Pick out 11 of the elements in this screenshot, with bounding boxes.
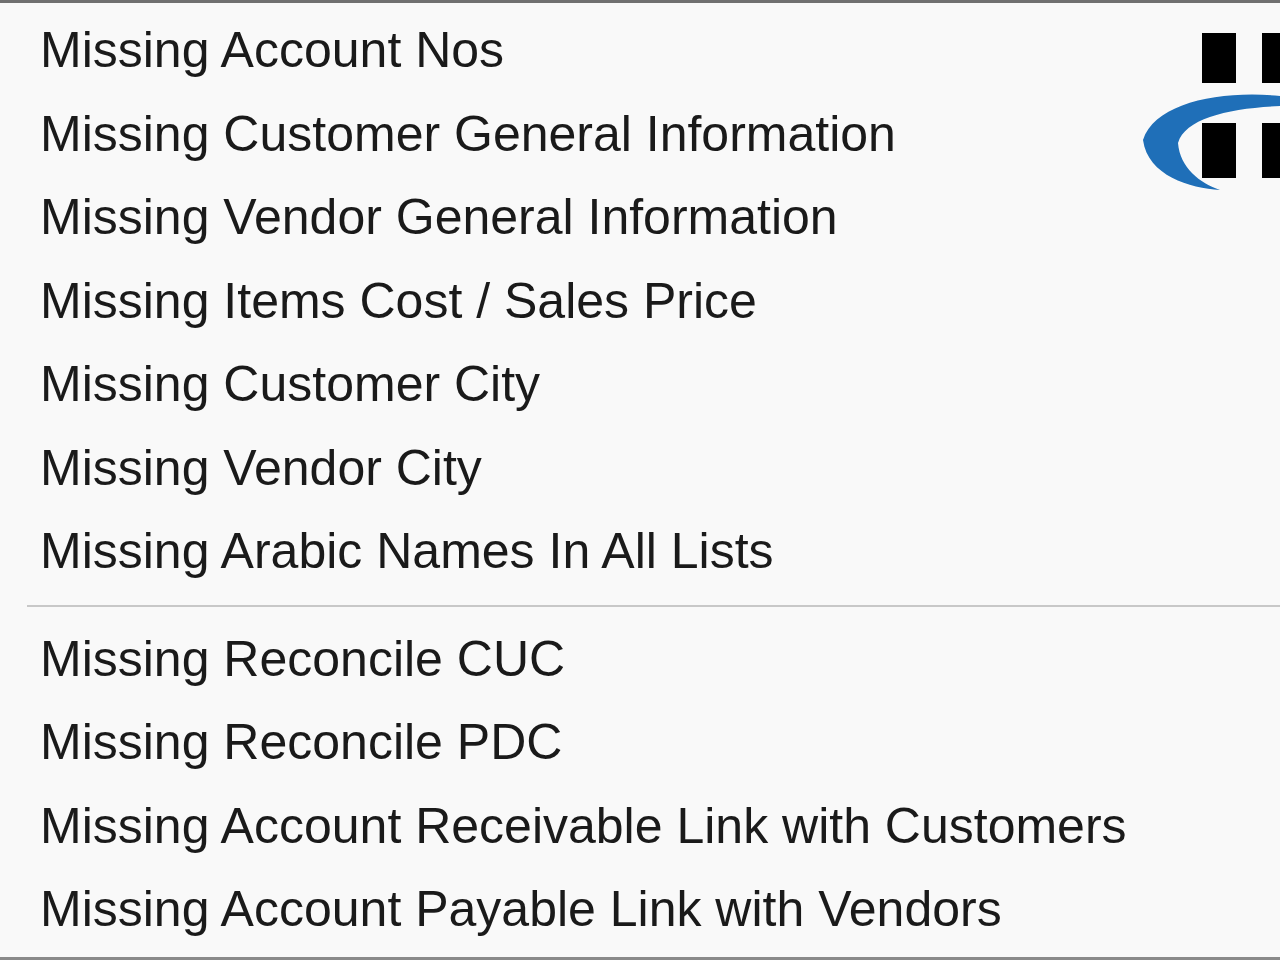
menu-item[interactable]: Missing Items Cost / Sales Price [0, 259, 767, 343]
menu-item[interactable]: Missing Vendor City [0, 426, 492, 510]
menu-item[interactable]: Missing Account Receivable Link with Customers [0, 784, 1137, 868]
menu-item[interactable]: Missing Customer General Information [0, 92, 906, 176]
menu-item[interactable]: Missing Arabic Names In All Lists [0, 510, 784, 594]
menu-item[interactable]: Missing Reconcile CUC [0, 617, 576, 701]
menu-item[interactable]: Missing Customer City [0, 343, 551, 427]
menu-item[interactable]: Missing Reconcile PDC [0, 701, 573, 785]
menu-item[interactable]: Missing Account Nos [0, 9, 515, 93]
menu-item[interactable]: Missing Vendor General Information [0, 176, 848, 260]
menu-item[interactable]: Missing Account Payable Link with Vendors [0, 868, 1012, 952]
